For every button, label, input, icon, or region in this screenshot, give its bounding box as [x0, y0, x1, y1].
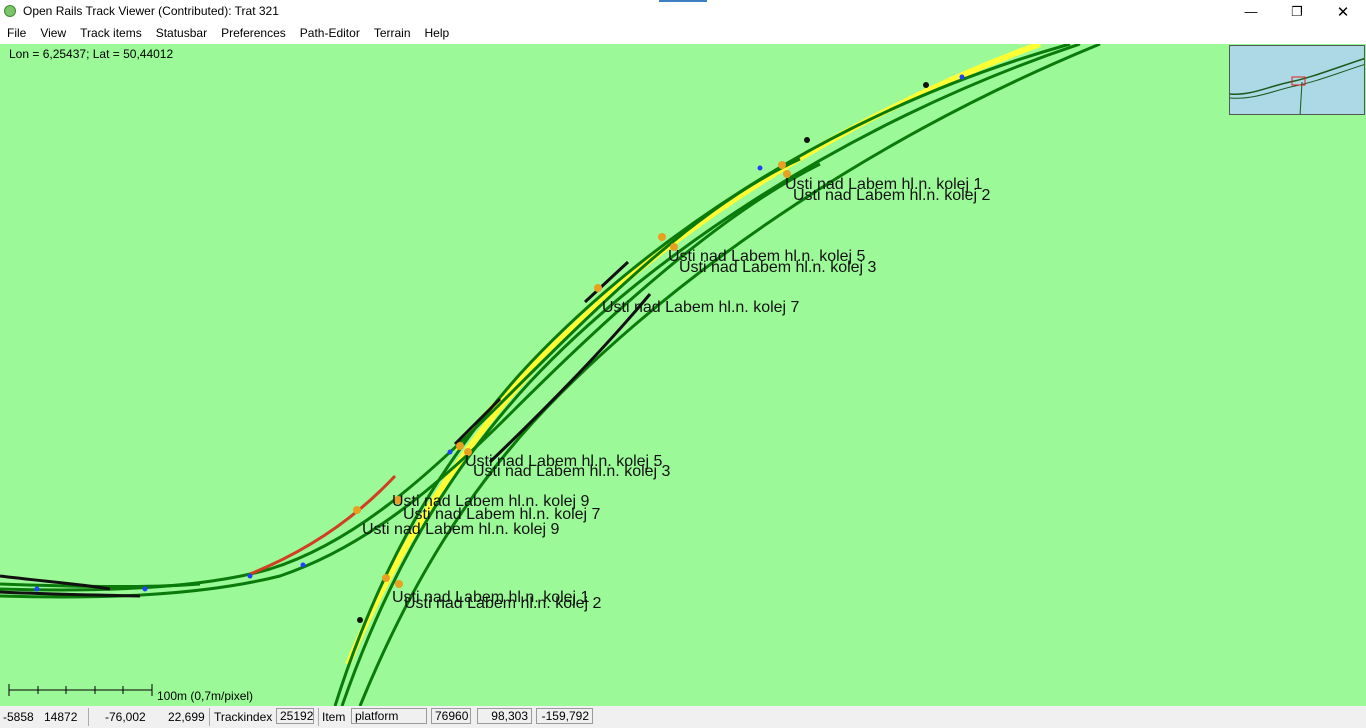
world-x-readout: -76,002: [105, 710, 146, 724]
status-separator: [209, 708, 210, 726]
platform-label: Usti nad Labem hl.n. kolej 3: [679, 259, 877, 276]
maximize-button[interactable]: ❐: [1274, 0, 1320, 23]
platform-label: Usti nad Labem hl.n. kolej 2: [404, 595, 602, 612]
junction-marker: [959, 74, 965, 80]
platform-label: Usti nad Labem hl.n. kolej 7: [602, 299, 800, 316]
platform-marker: [382, 574, 390, 582]
item-position-b-field[interactable]: -159,792: [536, 708, 593, 724]
signal-marker: [804, 137, 810, 143]
platform-marker: [395, 580, 403, 588]
platform-highlight: [345, 44, 1042, 666]
status-bar: -5858 14872 -76,002 22,699 Trackindex 25…: [0, 706, 1366, 728]
menu-help[interactable]: Help: [418, 23, 457, 44]
platform-marker: [353, 506, 361, 514]
menu-file[interactable]: File: [0, 23, 33, 44]
platform-label: Usti nad Labem hl.n. kolej 3: [473, 463, 671, 480]
minimize-button[interactable]: —: [1228, 0, 1274, 23]
track-map-canvas[interactable]: Lon = 6,25437; Lat = 50,44012 Usti nad L…: [0, 44, 1366, 706]
menu-track-items[interactable]: Track items: [73, 23, 149, 44]
menu-terrain[interactable]: Terrain: [367, 23, 418, 44]
junction-marker: [300, 562, 306, 568]
platform-label: Usti nad Labem hl.n. kolej 2: [793, 187, 991, 204]
junction-marker: [447, 449, 453, 455]
status-separator: [318, 708, 319, 726]
overview-drawing: [1230, 57, 1364, 114]
platform-label: Usti nad Labem hl.n. kolej 9: [362, 521, 560, 538]
track-drawing[interactable]: [0, 44, 1366, 706]
junction-marker: [757, 165, 763, 171]
trackindex-field[interactable]: 25192: [276, 708, 314, 724]
menu-statusbar[interactable]: Statusbar: [149, 23, 214, 44]
junction-marker: [247, 573, 253, 579]
world-z-readout: 22,699: [168, 710, 205, 724]
trackindex-label: Trackindex: [214, 710, 273, 724]
platform-marker: [456, 442, 464, 450]
platform-marker: [658, 233, 666, 241]
mouse-z-readout: 14872: [44, 710, 78, 724]
scale-label: 100m (0,7m/pixel): [157, 689, 254, 703]
scale-bar: [8, 684, 153, 696]
status-separator: [88, 708, 89, 726]
app-icon: [4, 5, 16, 17]
siding-line: [488, 293, 652, 464]
mouse-x-readout: -5858: [3, 710, 34, 724]
item-position-a-field[interactable]: 98,303: [477, 708, 532, 724]
menu-preferences[interactable]: Preferences: [214, 23, 293, 44]
title-bar: Open Rails Track Viewer (Contributed): T…: [0, 0, 1366, 23]
coordinates-readout: Lon = 6,25437; Lat = 50,44012: [9, 47, 174, 61]
junction-marker: [34, 586, 40, 592]
close-button[interactable]: ✕: [1320, 0, 1366, 23]
window-title: Open Rails Track Viewer (Contributed): T…: [23, 4, 279, 18]
signal-marker: [357, 617, 363, 623]
menu-view[interactable]: View: [33, 23, 73, 44]
menu-path-editor[interactable]: Path-Editor: [293, 23, 367, 44]
item-label: Item: [322, 710, 346, 724]
taskbar-focus-indicator: [659, 0, 707, 2]
junction-marker: [142, 586, 148, 592]
item-index-field[interactable]: 76960: [431, 708, 471, 724]
item-type-field[interactable]: platform: [351, 708, 427, 724]
menu-bar: File View Track items Statusbar Preferen…: [0, 23, 1366, 44]
platform-marker: [594, 284, 602, 292]
signal-marker: [923, 82, 929, 88]
overview-minimap[interactable]: [1229, 45, 1365, 115]
platform-marker: [778, 161, 786, 169]
